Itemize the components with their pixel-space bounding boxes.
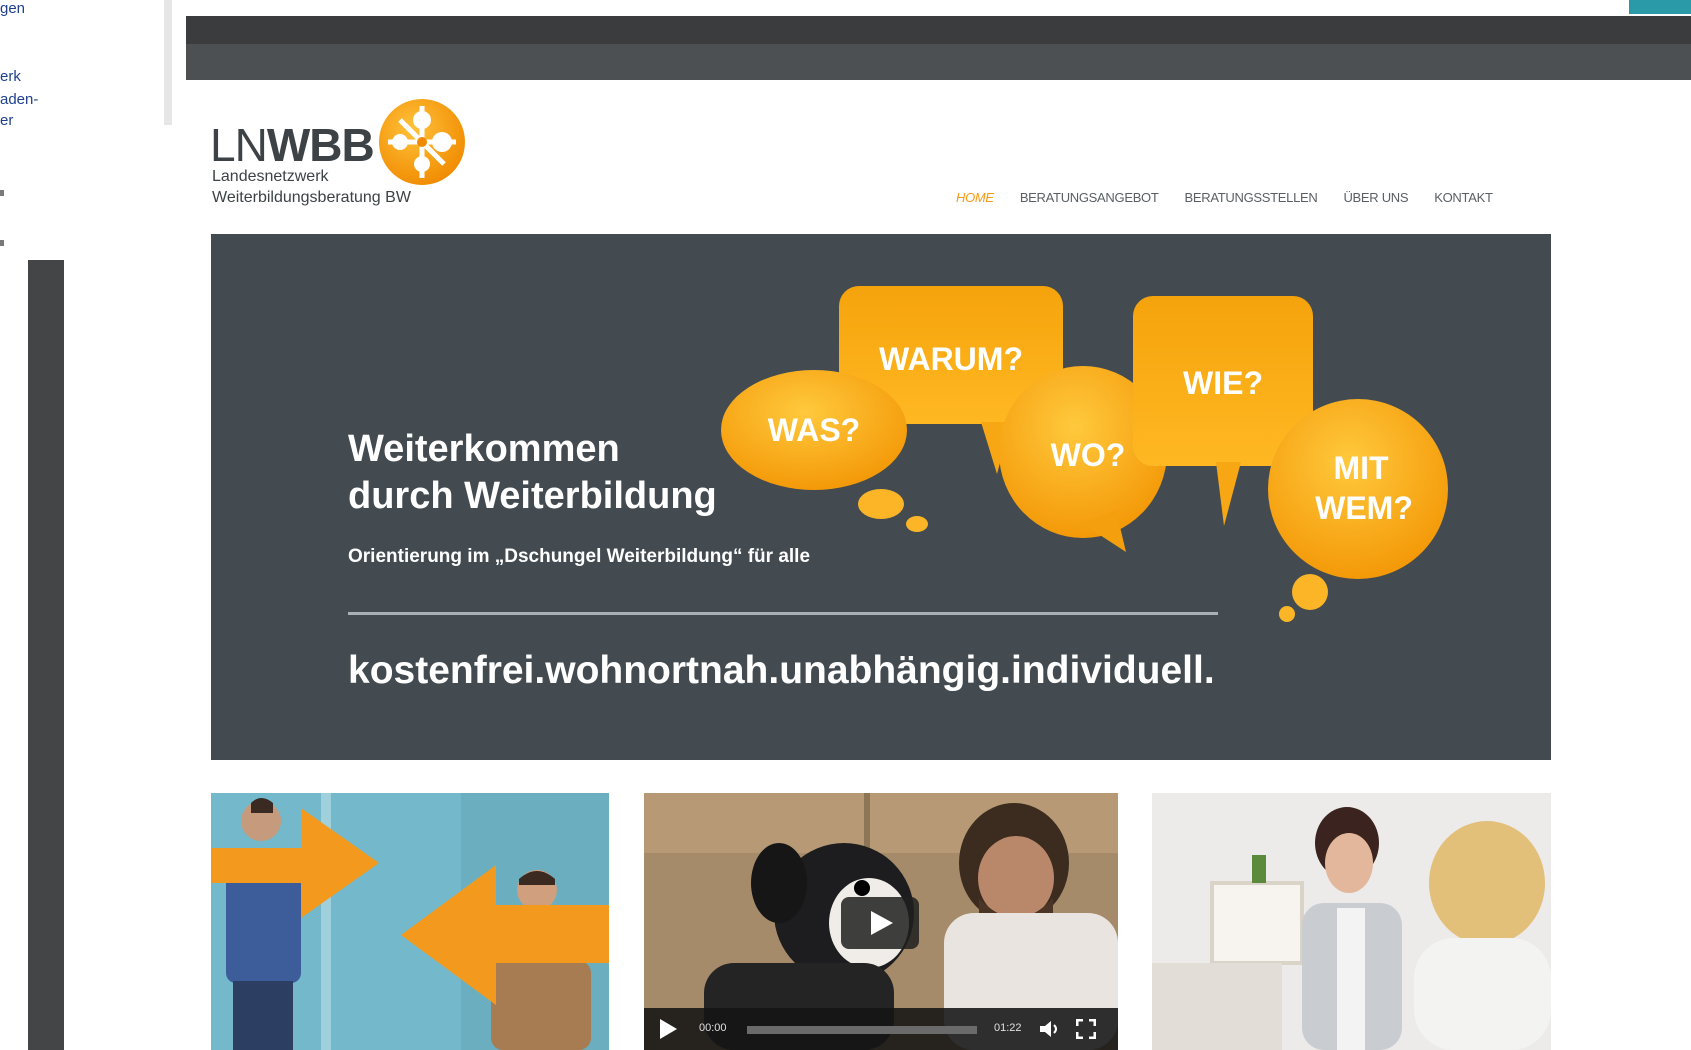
video-duration: 01:22 bbox=[994, 1022, 1022, 1034]
nav-item-beratungsstellen[interactable]: BERATUNGSSTELLEN bbox=[1185, 190, 1318, 205]
hero-title: Weiterkommen durch Weiterbildung bbox=[348, 426, 717, 520]
main-navigation: HOME BERATUNGSANGEBOT BERATUNGSSTELLEN Ü… bbox=[956, 190, 1519, 205]
background-window-panel: gen erk aden- er bbox=[0, 0, 172, 125]
bubble-label-mit: MIT bbox=[1333, 450, 1389, 486]
logo-wordmark: LNWBB bbox=[210, 118, 375, 172]
background-link-fragment[interactable]: aden- bbox=[0, 91, 38, 108]
hero-title-line-2: durch Weiterbildung bbox=[348, 475, 717, 517]
scrollbar[interactable] bbox=[28, 260, 64, 1050]
teaser-image-consultation[interactable] bbox=[1152, 793, 1551, 1050]
video-progress-bar[interactable] bbox=[747, 1026, 977, 1034]
nav-item-home[interactable]: HOME bbox=[956, 190, 994, 205]
hero-subtitle: Orientierung im „Dschungel Weiterbildung… bbox=[348, 546, 811, 567]
top-accent-tab[interactable] bbox=[1629, 0, 1691, 14]
site-logo[interactable]: LNWBB Landesnetzwerk Weiterbildungsberat… bbox=[210, 98, 480, 216]
video-current-time: 00:00 bbox=[699, 1022, 727, 1034]
nav-item-kontakt[interactable]: KONTAKT bbox=[1434, 190, 1493, 205]
background-text-fragment: gen bbox=[0, 0, 26, 17]
secondary-bar bbox=[186, 44, 1691, 80]
hero-banner[interactable]: WAS? WARUM? WO? WIE? MIT WEM? Weiterkomm… bbox=[211, 234, 1551, 760]
play-icon[interactable] bbox=[660, 1019, 677, 1039]
bubble-label-was: WAS? bbox=[768, 412, 860, 448]
video-play-overlay-button[interactable] bbox=[841, 897, 919, 949]
background-link-fragment[interactable]: erk bbox=[0, 68, 21, 85]
bubble-label-wem: WEM? bbox=[1315, 490, 1413, 526]
logo-subline-1: Landesnetzwerk bbox=[212, 168, 329, 185]
network-logo-icon bbox=[379, 99, 465, 185]
bubble-label-wo: WO? bbox=[1051, 437, 1126, 473]
logo-text-light: LN bbox=[210, 119, 268, 171]
fullscreen-icon[interactable] bbox=[1076, 1019, 1096, 1039]
hero-tagline: kostenfrei.wohnortnah.unabhängig.individ… bbox=[348, 649, 1215, 692]
background-marker bbox=[0, 190, 4, 196]
hero-divider bbox=[348, 612, 1218, 615]
nav-item-beratungsangebot[interactable]: BERATUNGSANGEBOT bbox=[1020, 190, 1159, 205]
background-link-fragment[interactable]: er bbox=[0, 112, 13, 125]
top-strip bbox=[186, 0, 1691, 16]
background-marker bbox=[0, 240, 4, 246]
bubble-label-wie: WIE? bbox=[1183, 365, 1263, 401]
logo-text-bold: WBB bbox=[266, 119, 375, 171]
video-player[interactable]: 00:00 01:22 bbox=[644, 793, 1118, 1050]
bubble-mit-wem bbox=[1268, 399, 1448, 579]
nav-item-ueber-uns[interactable]: ÜBER UNS bbox=[1343, 190, 1408, 205]
volume-icon[interactable] bbox=[1040, 1020, 1060, 1038]
hero-title-line-1: Weiterkommen bbox=[348, 428, 620, 470]
logo-subline-2: Weiterbildungsberatung BW bbox=[212, 189, 411, 206]
video-controls: 00:00 01:22 bbox=[644, 1008, 1118, 1050]
teaser-image-arrows[interactable] bbox=[211, 793, 609, 1050]
bubble-label-warum: WARUM? bbox=[879, 341, 1023, 377]
top-bar bbox=[186, 16, 1691, 44]
